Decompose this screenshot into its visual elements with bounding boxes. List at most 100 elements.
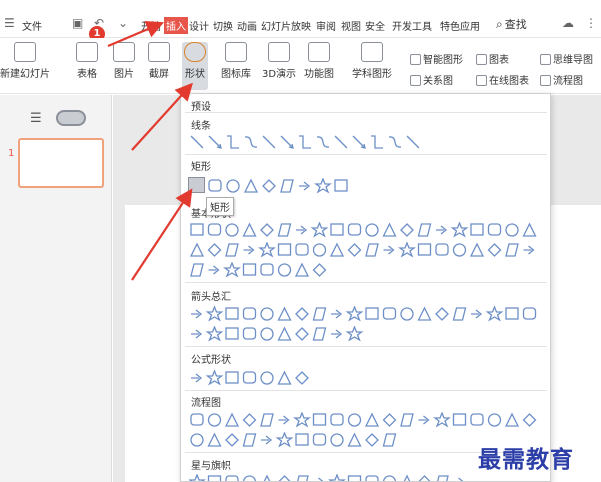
table-button[interactable]: 表格: [76, 42, 98, 80]
shape-item[interactable]: [242, 371, 257, 384]
shape-item[interactable]: [345, 306, 364, 322]
shape-item[interactable]: [242, 263, 257, 276]
shape-item[interactable]: [365, 307, 379, 320]
shape-item[interactable]: [226, 179, 240, 193]
shape-item[interactable]: [225, 223, 239, 237]
shape-item[interactable]: [190, 433, 204, 447]
shape-item[interactable]: [223, 262, 241, 278]
new-slide-button[interactable]: 新建幻灯片: [0, 42, 50, 80]
relation-chart-button[interactable]: 关系图: [410, 72, 453, 87]
shape-item[interactable]: [261, 435, 273, 445]
shape-item[interactable]: [454, 477, 464, 482]
shape-item[interactable]: [365, 243, 379, 257]
shape-item[interactable]: [328, 474, 346, 482]
line-item[interactable]: [262, 135, 276, 149]
formula-row[interactable]: [189, 370, 319, 386]
tab-view[interactable]: 视图: [341, 18, 361, 33]
shape-item[interactable]: [471, 309, 483, 319]
shape-item[interactable]: [487, 243, 502, 257]
shape-item[interactable]: [208, 265, 220, 275]
shape-item[interactable]: [191, 329, 203, 339]
shape-item[interactable]: [242, 222, 257, 237]
shape-item[interactable]: [242, 413, 257, 427]
shape-item[interactable]: [260, 327, 274, 341]
shape-item[interactable]: [365, 223, 379, 237]
shape-item[interactable]: [485, 306, 504, 322]
shape-item[interactable]: [280, 179, 294, 193]
shape-item[interactable]: [330, 223, 344, 236]
icon-library-button[interactable]: 图标库: [221, 42, 251, 80]
shape-item[interactable]: [260, 263, 274, 276]
menu-file[interactable]: 文件: [22, 18, 42, 33]
shape-item[interactable]: [225, 371, 239, 384]
basic-row-2[interactable]: [189, 242, 549, 258]
shape-item[interactable]: [433, 412, 451, 428]
shape-item[interactable]: [260, 223, 274, 237]
arrows-row-1[interactable]: [189, 306, 549, 322]
line-item[interactable]: [388, 136, 402, 148]
line-item[interactable]: [208, 135, 222, 149]
shape-item[interactable]: [523, 245, 535, 255]
shape-item[interactable]: [331, 309, 343, 319]
search-button[interactable]: ⌕ 查找: [496, 16, 527, 32]
shape-item[interactable]: [275, 432, 294, 448]
shape-item[interactable]: [522, 222, 537, 237]
save-icon[interactable]: ▣: [72, 16, 83, 30]
lines-row[interactable]: [189, 134, 429, 150]
shape-item[interactable]: [400, 223, 414, 237]
tab-developer[interactable]: 开发工具: [392, 18, 432, 33]
shape-item[interactable]: [278, 415, 290, 425]
shape-item[interactable]: [189, 474, 206, 482]
shape-item[interactable]: [190, 223, 204, 236]
line-item[interactable]: [190, 135, 204, 149]
line-item[interactable]: [352, 135, 366, 149]
shape-item[interactable]: [382, 433, 397, 447]
shape-item[interactable]: [417, 223, 432, 237]
shape-item[interactable]: [365, 433, 379, 447]
shape-item[interactable]: [382, 475, 397, 482]
cloud-icon[interactable]: ☁: [562, 16, 574, 30]
tab-transition[interactable]: 切换: [213, 18, 233, 33]
line-item[interactable]: [406, 135, 420, 149]
shape-item[interactable]: [191, 309, 203, 319]
shape-item[interactable]: [277, 243, 292, 256]
shape-item[interactable]: [243, 178, 259, 193]
rectangle-shape-hovered[interactable]: [188, 177, 205, 193]
shape-item[interactable]: [208, 179, 222, 192]
shape-item[interactable]: [522, 307, 537, 320]
shape-item[interactable]: [262, 179, 276, 193]
shape-item[interactable]: [261, 474, 273, 482]
function-chart-button[interactable]: 功能图: [304, 42, 334, 80]
chart-button[interactable]: 图表: [476, 51, 509, 66]
online-chart-button[interactable]: 在线图表: [476, 72, 529, 87]
shape-item[interactable]: [314, 477, 324, 482]
shape-item[interactable]: [312, 243, 327, 257]
shape-item[interactable]: [242, 433, 257, 447]
shape-item[interactable]: [364, 412, 380, 427]
shape-item[interactable]: [242, 327, 257, 340]
shape-item[interactable]: [365, 475, 379, 482]
line-item[interactable]: [227, 135, 239, 149]
line-item[interactable]: [371, 135, 383, 149]
shape-item[interactable]: [347, 475, 362, 482]
shape-item[interactable]: [295, 371, 309, 385]
shape-item[interactable]: [243, 245, 255, 255]
list-view-icon[interactable]: ☰: [30, 111, 42, 126]
shape-item[interactable]: [190, 413, 204, 426]
shape-item[interactable]: [417, 306, 432, 321]
line-item[interactable]: [316, 136, 330, 148]
shape-item[interactable]: [189, 242, 205, 257]
shape-item[interactable]: [260, 413, 274, 427]
flowchart-button[interactable]: 流程图: [540, 72, 583, 87]
shape-item[interactable]: [190, 263, 204, 277]
shape-item[interactable]: [278, 475, 291, 482]
shape-item[interactable]: [470, 413, 484, 426]
subject-shape-button[interactable]: 学科图形: [352, 42, 392, 80]
shape-item[interactable]: [277, 370, 292, 385]
flow-row-1[interactable]: [189, 412, 549, 428]
chevron-down-icon[interactable]: ⌄: [118, 16, 128, 30]
shape-item[interactable]: [293, 412, 311, 428]
shape-item[interactable]: [400, 307, 414, 321]
shape-item[interactable]: [277, 223, 292, 237]
shape-item[interactable]: [418, 415, 430, 425]
